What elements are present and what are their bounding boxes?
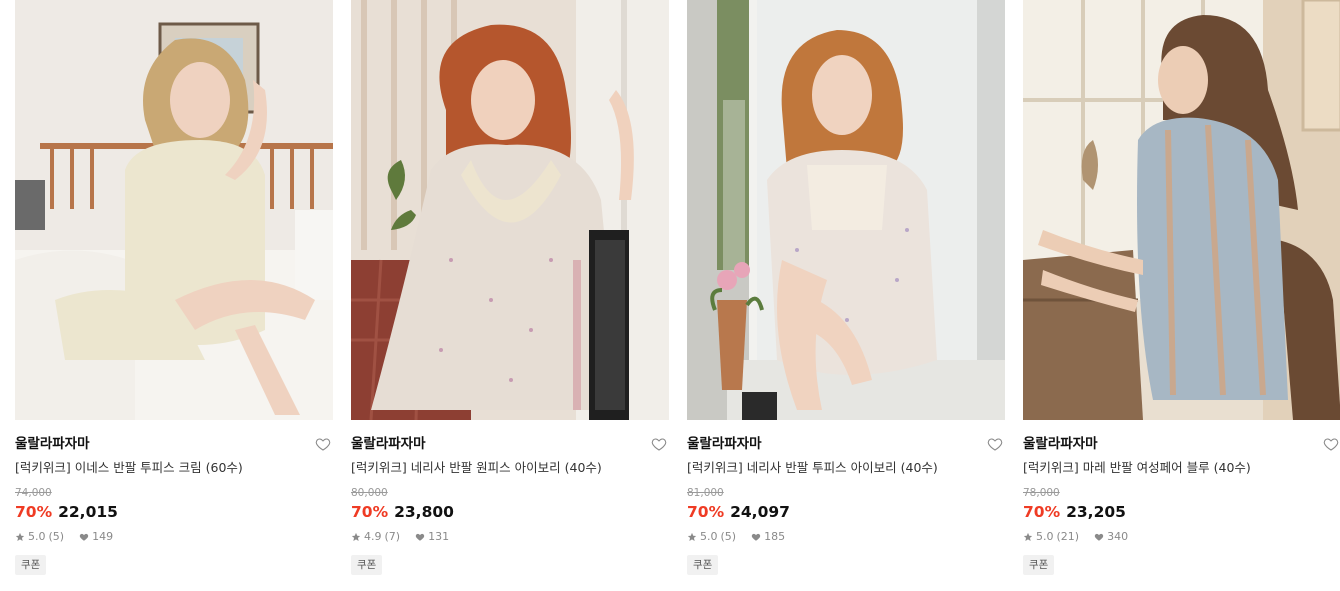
brand-name[interactable]: 울랄라파자마 [351, 434, 669, 454]
product-meta: 5.0 (5) 185 [687, 530, 1005, 544]
review-count: (7) [384, 530, 401, 543]
product-meta: 5.0 (21) 340 [1023, 530, 1340, 544]
original-price: 81,000 [687, 487, 724, 499]
coupon-badge: 쿠폰 [15, 555, 47, 575]
product-grid: 울랄라파자마 [럭키위크] 이네스 반팔 투피스 크림 (60수) 74,000… [15, 0, 1340, 575]
product-name[interactable]: [럭키위크] 마레 반팔 여성페어 블루 (40수) [1023, 459, 1340, 477]
sale-price: 23,800 [394, 503, 454, 521]
price-row: 70% 22,015 [15, 501, 333, 523]
original-price: 80,000 [351, 487, 388, 499]
review-count: (5) [720, 530, 737, 543]
star-icon [15, 532, 25, 542]
product-name[interactable]: [럭키위크] 네리사 반팔 원피스 아이보리 (40수) [351, 459, 669, 477]
like-count: 185 [764, 530, 786, 543]
heart-icon[interactable] [987, 436, 1003, 452]
product-card[interactable]: 울랄라파자마 [럭키위크] 네리사 반팔 투피스 아이보리 (40수) 81,0… [687, 0, 1005, 575]
product-image[interactable] [1023, 0, 1340, 420]
product-meta: 4.9 (7) 131 [351, 530, 669, 544]
brand-name[interactable]: 울랄라파자마 [687, 434, 1005, 454]
product-name[interactable]: [럭키위크] 이네스 반팔 투피스 크림 (60수) [15, 459, 333, 477]
brand-name[interactable]: 울랄라파자마 [15, 434, 333, 454]
heart-icon[interactable] [651, 436, 667, 452]
like-heart-icon [415, 532, 425, 542]
product-image[interactable] [15, 0, 333, 420]
product-name[interactable]: [럭키위크] 네리사 반팔 투피스 아이보리 (40수) [687, 459, 1005, 477]
product-card[interactable]: 울랄라파자마 [럭키위크] 네리사 반팔 원피스 아이보리 (40수) 80,0… [351, 0, 669, 575]
star-icon [351, 532, 361, 542]
product-meta: 5.0 (5) 149 [15, 530, 333, 544]
product-image[interactable] [351, 0, 669, 420]
discount-rate: 70% [15, 503, 53, 521]
like-count: 340 [1107, 530, 1129, 543]
like-heart-icon [751, 532, 761, 542]
star-icon [687, 532, 697, 542]
coupon-badge: 쿠폰 [1023, 555, 1055, 575]
product-card[interactable]: 울랄라파자마 [럭키위크] 이네스 반팔 투피스 크림 (60수) 74,000… [15, 0, 333, 575]
review-count: (21) [1056, 530, 1080, 543]
product-image[interactable] [687, 0, 1005, 420]
discount-rate: 70% [687, 503, 725, 521]
like-count: 149 [92, 530, 114, 543]
product-card[interactable]: 울랄라파자마 [럭키위크] 마레 반팔 여성페어 블루 (40수) 78,000… [1023, 0, 1340, 575]
rating: 5.0 [700, 530, 718, 543]
original-price: 74,000 [15, 487, 52, 499]
price-row: 70% 23,800 [351, 501, 669, 523]
rating: 5.0 [28, 530, 46, 543]
review-count: (5) [48, 530, 65, 543]
heart-icon[interactable] [315, 436, 331, 452]
heart-icon[interactable] [1323, 436, 1339, 452]
coupon-badge: 쿠폰 [687, 555, 719, 575]
like-heart-icon [79, 532, 89, 542]
sale-price: 24,097 [730, 503, 790, 521]
star-icon [1023, 532, 1033, 542]
price-row: 70% 23,205 [1023, 501, 1340, 523]
rating: 4.9 [364, 530, 382, 543]
original-price: 78,000 [1023, 487, 1060, 499]
discount-rate: 70% [1023, 503, 1061, 521]
like-count: 131 [428, 530, 450, 543]
sale-price: 22,015 [58, 503, 118, 521]
discount-rate: 70% [351, 503, 389, 521]
like-heart-icon [1094, 532, 1104, 542]
price-row: 70% 24,097 [687, 501, 1005, 523]
coupon-badge: 쿠폰 [351, 555, 383, 575]
sale-price: 23,205 [1066, 503, 1126, 521]
brand-name[interactable]: 울랄라파자마 [1023, 434, 1340, 454]
rating: 5.0 [1036, 530, 1054, 543]
